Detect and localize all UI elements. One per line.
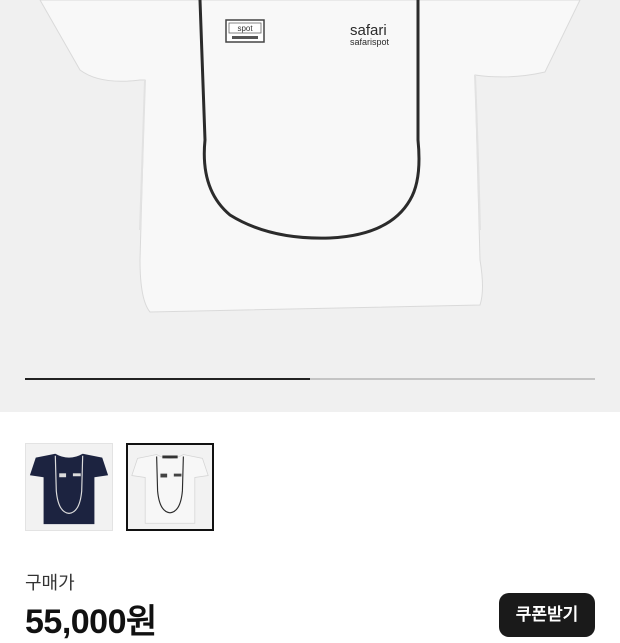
thumbnail-white[interactable] bbox=[126, 443, 214, 531]
navy-tshirt-thumbnail-image bbox=[29, 453, 109, 525]
thumbnail-navy[interactable] bbox=[25, 443, 113, 531]
thumbnail-list bbox=[25, 443, 214, 531]
white-tshirt-thumbnail-image bbox=[131, 454, 209, 524]
product-image-white-tshirt: spot safari safarispot bbox=[39, 0, 581, 313]
carousel-progress-track bbox=[25, 378, 595, 380]
coupon-download-button[interactable]: 쿠폰받기 bbox=[499, 593, 595, 637]
price-value: 55,000원 bbox=[25, 603, 157, 641]
product-image-carousel[interactable]: spot safari safarispot bbox=[0, 0, 620, 412]
carousel-progress-fill bbox=[25, 378, 310, 380]
chest-logo-subtext: safarispot bbox=[350, 37, 390, 47]
price-label: 구매가 bbox=[25, 573, 75, 593]
patch-text: spot bbox=[237, 24, 253, 33]
